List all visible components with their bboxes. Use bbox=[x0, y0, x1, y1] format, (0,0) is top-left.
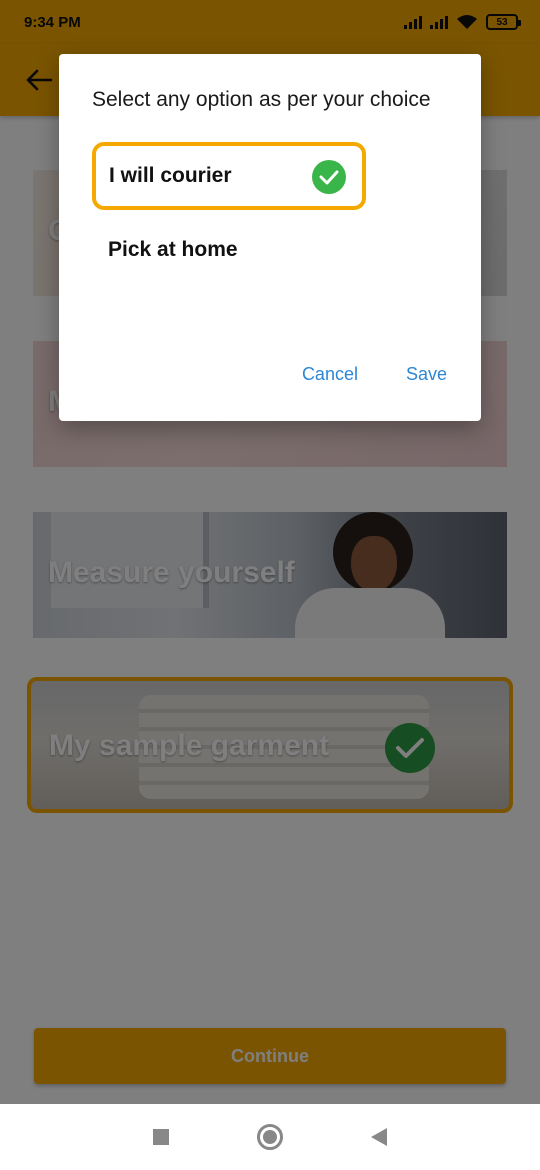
dialog-actions: Cancel Save bbox=[302, 364, 447, 385]
option-i-will-courier[interactable]: I will courier bbox=[92, 142, 366, 210]
recents-icon[interactable] bbox=[153, 1129, 169, 1145]
back-triangle-icon[interactable] bbox=[371, 1128, 387, 1146]
check-circle-icon bbox=[312, 160, 346, 194]
option-label: I will courier bbox=[109, 164, 232, 187]
option-pick-at-home[interactable]: Pick at home bbox=[92, 216, 366, 284]
home-icon[interactable] bbox=[257, 1124, 283, 1150]
cancel-button[interactable]: Cancel bbox=[302, 364, 358, 385]
option-label: Pick at home bbox=[108, 238, 238, 261]
save-button[interactable]: Save bbox=[406, 364, 447, 385]
system-nav-bar bbox=[0, 1104, 540, 1170]
dialog-title: Select any option as per your choice bbox=[92, 88, 431, 111]
choice-dialog: Select any option as per your choice I w… bbox=[59, 54, 481, 421]
